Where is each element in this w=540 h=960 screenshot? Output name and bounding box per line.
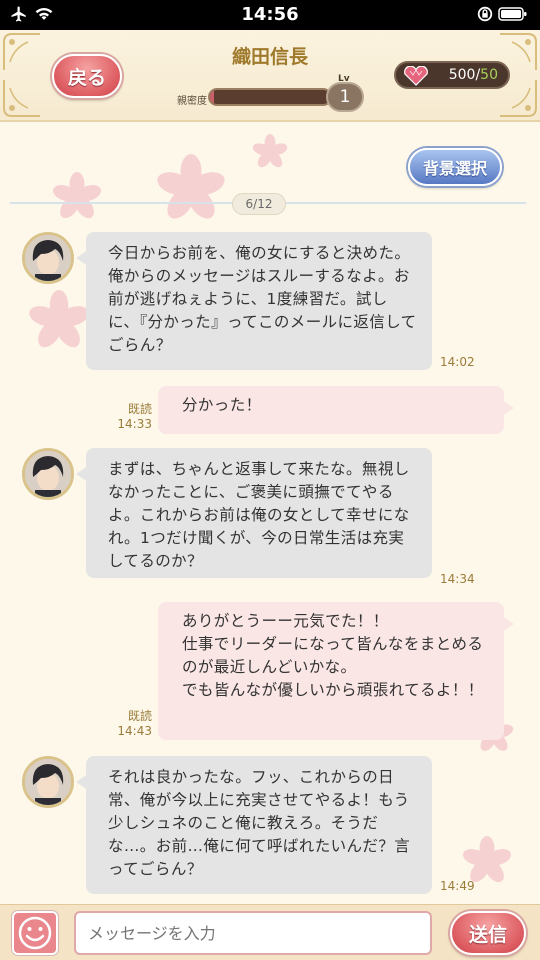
hearts-counter: 500/50 xyxy=(394,61,510,89)
chat-header: 戻る 織田信長 親密度 Lv 1 500/50 xyxy=(0,30,540,122)
read-receipt: 既読 14:33 xyxy=(108,402,152,432)
message-time: 14:43 xyxy=(117,724,152,738)
ornament-bottom-left-icon xyxy=(3,80,40,117)
character-avatar-icon xyxy=(25,235,71,281)
read-status: 既読 xyxy=(127,709,152,723)
sakura-flower-icon xyxy=(157,154,225,219)
message-time: 14:34 xyxy=(440,572,475,586)
level-badge: 1 xyxy=(326,82,364,112)
message-bubble-outgoing: ありがとうーー元気でた！！ 仕事でリーダーになって皆んなをまとめるのが最近しんど… xyxy=(158,602,514,740)
message-time: 14:02 xyxy=(440,355,475,369)
character-avatar-icon xyxy=(25,759,71,805)
send-button[interactable]: 送信 xyxy=(450,911,526,955)
smiley-icon xyxy=(18,916,52,950)
message-bubble-outgoing: 分かった！ xyxy=(158,386,514,434)
message-time: 14:49 xyxy=(440,879,475,893)
message-bubble-incoming: それは良かったな。フッ、これからの日常、俺が今以上に充実させてやるよ！もう少しシ… xyxy=(76,756,432,894)
page-indicator: 6/12 xyxy=(232,193,286,215)
read-status: 既読 xyxy=(127,402,152,416)
avatar[interactable] xyxy=(22,448,74,500)
intimacy-label: 親密度 xyxy=(177,96,207,107)
intimacy-bar-fill xyxy=(210,90,214,104)
orientation-lock-icon xyxy=(477,6,493,22)
hearts-current: 500 xyxy=(448,67,476,83)
status-bar: 14:56 xyxy=(0,0,540,30)
character-avatar-icon xyxy=(25,451,71,497)
avatar[interactable] xyxy=(22,232,74,284)
message-input[interactable] xyxy=(74,911,432,955)
intimacy-bar xyxy=(208,88,332,106)
chat-area[interactable]: 背景選択 6/12 今日からお前を、俺の女にすると決めた。俺からのメッセージはス… xyxy=(0,122,540,904)
message-time: 14:33 xyxy=(117,417,152,431)
clock: 14:56 xyxy=(241,4,299,25)
sakura-flower-icon xyxy=(252,134,288,168)
emoji-button[interactable] xyxy=(12,911,58,955)
hearts-max: 50 xyxy=(480,67,498,83)
sakura-flower-icon xyxy=(52,172,102,219)
background-select-button[interactable]: 背景選択 xyxy=(408,148,502,186)
avatar[interactable] xyxy=(22,756,74,808)
message-bubble-incoming: まずは、ちゃんと返事して来たな。無視しなかったことに、ご褒美に頭撫でてやるよ。こ… xyxy=(76,448,432,578)
input-bar: 送信 xyxy=(0,904,540,960)
sakura-flower-icon xyxy=(29,290,89,348)
message-bubble-incoming: 今日からお前を、俺の女にすると決めた。俺からのメッセージはスルーするなよ。お前が… xyxy=(76,232,432,370)
read-receipt: 既読 14:43 xyxy=(108,709,152,739)
battery-icon xyxy=(498,7,527,21)
gem-heart-icon xyxy=(404,66,428,86)
